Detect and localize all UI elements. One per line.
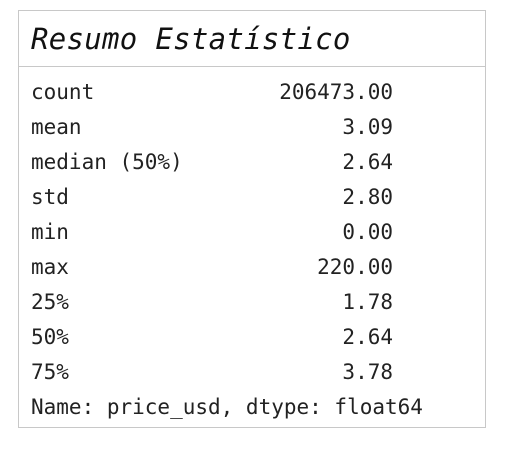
stat-value: 2.80 <box>342 185 393 209</box>
stat-value: 0.00 <box>342 220 393 244</box>
stat-label: max <box>31 255 69 279</box>
stat-label: 25% <box>31 290 69 314</box>
stat-row: count 206473.00 <box>31 75 477 110</box>
stat-row: std 2.80 <box>31 180 477 215</box>
panel-title: Resumo Estatístico <box>31 21 351 56</box>
stat-row: 50% 2.64 <box>31 320 477 355</box>
stat-value: 1.78 <box>342 290 393 314</box>
stat-row: 25% 1.78 <box>31 285 477 320</box>
stat-row: min 0.00 <box>31 215 477 250</box>
stat-value: 220.00 <box>317 255 393 279</box>
stat-label: std <box>31 185 69 209</box>
stat-label: count <box>31 80 95 104</box>
stat-row: max 220.00 <box>31 250 477 285</box>
series-footer: Name: price_usd, dtype: float64 <box>31 395 423 419</box>
stat-row: mean 3.09 <box>31 110 477 145</box>
stat-value: 2.64 <box>342 150 393 174</box>
stat-label: median (50%) <box>31 150 183 174</box>
stat-label: mean <box>31 115 82 139</box>
stat-value: 3.09 <box>342 115 393 139</box>
stat-row: median (50%) 2.64 <box>31 145 477 180</box>
title-bar: Resumo Estatístico <box>19 11 485 67</box>
stat-label: 50% <box>31 325 69 349</box>
stat-value: 206473.00 <box>279 80 393 104</box>
statistics-panel: Resumo Estatístico count 206473.00 mean … <box>18 10 486 428</box>
stat-row: 75% 3.78 <box>31 355 477 390</box>
stat-label: min <box>31 220 69 244</box>
stat-value: 2.64 <box>342 325 393 349</box>
stat-label: 75% <box>31 360 69 384</box>
stat-value: 3.78 <box>342 360 393 384</box>
stats-output: count 206473.00 mean 3.09 median (50%) 2… <box>31 75 477 425</box>
